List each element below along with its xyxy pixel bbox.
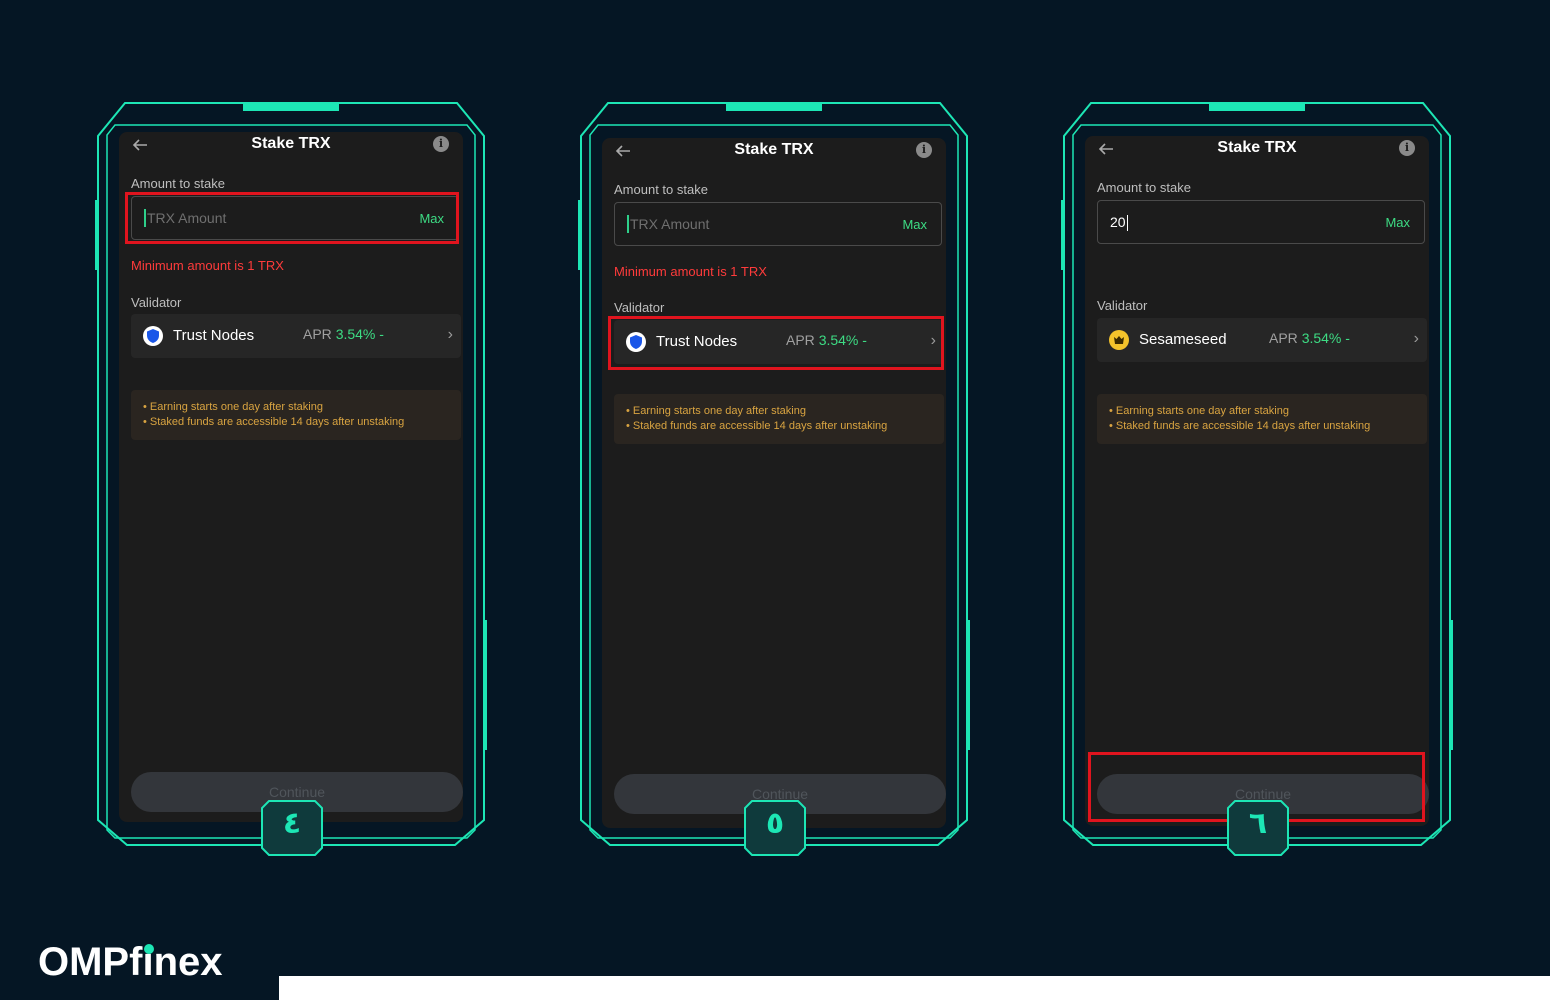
highlight-box — [608, 316, 944, 370]
sesame-icon — [1109, 330, 1129, 350]
phone-step-6: Stake TRX i Amount to stake 20 Max Valid… — [1061, 100, 1453, 860]
chevron-right-icon: › — [1413, 330, 1419, 347]
validator-name: Sesameseed — [1139, 331, 1227, 348]
step-badge: ٥ — [744, 800, 806, 856]
apr: APR 3.54% - — [303, 326, 384, 342]
logo-letter-i: ı — [142, 940, 155, 984]
apr: APR 3.54% - — [1269, 330, 1350, 346]
validator-label: Validator — [131, 295, 182, 310]
max-button[interactable]: Max — [902, 217, 927, 232]
chevron-right-icon: › — [447, 326, 453, 343]
amount-input[interactable]: TRX Amount — [627, 215, 709, 233]
page-title: Stake TRX — [734, 141, 814, 158]
step-badge: ٤ — [261, 800, 323, 856]
highlight-box — [125, 192, 459, 244]
staking-notice: • Earning starts one day after staking •… — [614, 394, 944, 444]
logo-text-1: OMPf — [38, 940, 143, 984]
logo-text-2: nex — [153, 940, 223, 984]
validator-card[interactable]: Sesameseed APR 3.54% - › — [1097, 318, 1427, 362]
bottom-strip — [279, 976, 1550, 1000]
apr-label: APR — [1269, 330, 1298, 346]
step-badge: ٦ — [1227, 800, 1289, 856]
notice-line-1: • Earning starts one day after staking — [626, 405, 806, 417]
staking-notice: • Earning starts one day after staking •… — [131, 390, 461, 440]
top-bar: Stake TRX i — [1085, 136, 1429, 166]
phone-step-4: Stake TRX i Amount to stake TRX Amount M… — [95, 100, 487, 860]
max-button[interactable]: Max — [1385, 215, 1410, 230]
top-bar: Stake TRX i — [119, 132, 463, 162]
validator-label: Validator — [1097, 298, 1148, 313]
notice-line-1: • Earning starts one day after staking — [1109, 405, 1289, 417]
phone-step-5: Stake TRX i Amount to stake TRX Amount M… — [578, 100, 970, 860]
amount-label: Amount to stake — [614, 182, 708, 197]
apr-label: APR — [303, 326, 332, 342]
step-number: ٤ — [282, 806, 302, 841]
apr-value: 3.54% - — [1301, 330, 1350, 346]
stake-screen: Stake TRX i Amount to stake TRX Amount M… — [602, 138, 946, 828]
step-number: ٦ — [1248, 806, 1268, 841]
validator-label: Validator — [614, 300, 665, 315]
top-bar: Stake TRX i — [602, 138, 946, 168]
step-number: ٥ — [765, 806, 785, 841]
apr-value: 3.54% - — [335, 326, 384, 342]
amount-label: Amount to stake — [131, 176, 225, 191]
brand-logo: OMPf ınex — [38, 940, 223, 985]
stake-screen: Stake TRX i Amount to stake 20 Max Valid… — [1085, 136, 1429, 826]
notice-line-2: • Staked funds are accessible 14 days af… — [1109, 420, 1371, 432]
validator-card[interactable]: Trust Nodes APR 3.54% - › — [131, 314, 461, 358]
info-icon[interactable]: i — [916, 142, 932, 158]
validator-name: Trust Nodes — [173, 327, 255, 344]
amount-field[interactable]: TRX Amount Max — [614, 202, 942, 246]
page-title: Stake TRX — [1217, 139, 1297, 156]
notice-line-2: • Staked funds are accessible 14 days af… — [143, 416, 405, 428]
page-title: Stake TRX — [251, 135, 331, 152]
staking-notice: • Earning starts one day after staking •… — [1097, 394, 1427, 444]
notice-line-1: • Earning starts one day after staking — [143, 401, 323, 413]
amount-input[interactable]: 20 — [1110, 213, 1128, 231]
amount-label: Amount to stake — [1097, 180, 1191, 195]
error-message: Minimum amount is 1 TRX — [131, 258, 284, 273]
info-icon[interactable]: i — [1399, 140, 1415, 156]
notice-line-2: • Staked funds are accessible 14 days af… — [626, 420, 888, 432]
amount-field[interactable]: 20 Max — [1097, 200, 1425, 244]
shield-icon — [143, 326, 163, 346]
error-message: Minimum amount is 1 TRX — [614, 264, 767, 279]
info-icon[interactable]: i — [433, 136, 449, 152]
